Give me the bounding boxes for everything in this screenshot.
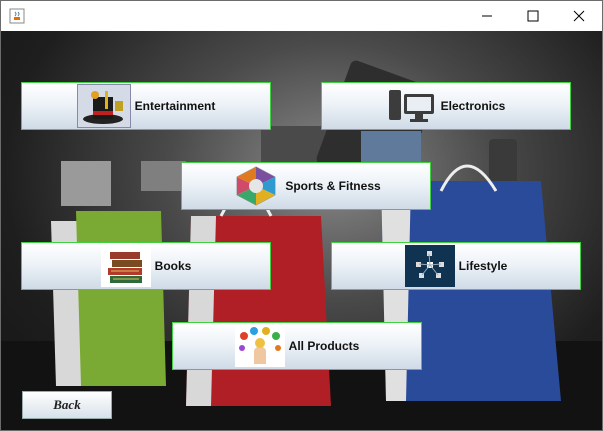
- books-button[interactable]: Books: [21, 242, 271, 290]
- lifestyle-button[interactable]: Lifestyle: [331, 242, 581, 290]
- close-icon: [573, 10, 585, 22]
- back-label: Back: [53, 397, 81, 412]
- back-button[interactable]: Back: [22, 391, 112, 419]
- electronics-label: Electronics: [440, 99, 506, 113]
- books-label: Books: [154, 259, 192, 273]
- close-button[interactable]: [556, 1, 602, 31]
- electronics-button[interactable]: Electronics: [321, 82, 571, 130]
- book-stack-icon: [100, 245, 151, 287]
- maximize-button[interactable]: [510, 1, 556, 31]
- lifestyle-label: Lifestyle: [458, 259, 508, 273]
- main-panel: Entertainment Electronics Sports & Fitne…: [1, 31, 602, 430]
- title-bar: [1, 1, 602, 31]
- all-products-button[interactable]: All Products: [172, 322, 422, 370]
- entertainment-button[interactable]: Entertainment: [21, 82, 271, 130]
- entertainment-label: Entertainment: [134, 99, 216, 113]
- products-hand-icon: [234, 325, 285, 367]
- minimize-button[interactable]: [464, 1, 510, 31]
- lifestyle-network-icon: [404, 245, 455, 287]
- java-coffee-icon: [9, 8, 25, 24]
- magic-hat-icon: [76, 84, 131, 128]
- desktop-computer-icon: [387, 85, 437, 127]
- all-products-label: All Products: [288, 339, 360, 353]
- sports-fitness-label: Sports & Fitness: [285, 179, 381, 193]
- app-window: Entertainment Electronics Sports & Fitne…: [0, 0, 603, 431]
- maximize-icon: [527, 10, 539, 22]
- sports-hexagon-icon: [231, 165, 281, 207]
- minimize-icon: [482, 15, 492, 17]
- sports-fitness-button[interactable]: Sports & Fitness: [181, 162, 431, 210]
